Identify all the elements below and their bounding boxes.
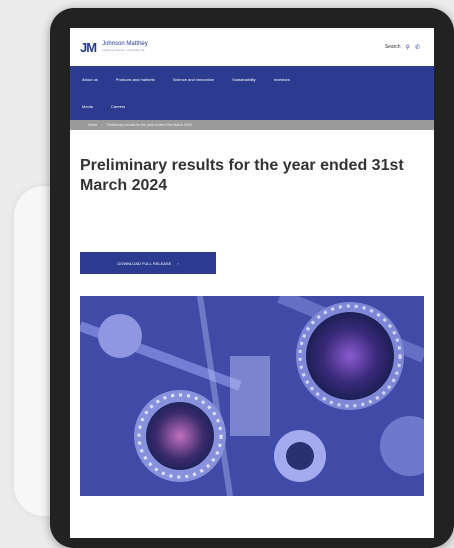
nav-row-1: About us Products and markets Science an… [82, 66, 422, 93]
download-button-label: DOWNLOAD FULL RELEASE [117, 260, 172, 266]
nav-row-2: Media Careers [82, 93, 422, 120]
logo-text: Johnson Matthey Inspiring science, enhan… [102, 41, 148, 53]
nav-item-science[interactable]: Science and innovation [173, 77, 214, 82]
nav-item-about-us[interactable]: About us [82, 77, 98, 82]
search-icon[interactable]: ⚲ [406, 44, 410, 51]
breadcrumb-home[interactable]: Home [88, 123, 97, 127]
site-header: JM Johnson Matthey Inspiring science, en… [70, 28, 434, 66]
download-release-button[interactable]: DOWNLOAD FULL RELEASE › [80, 252, 216, 274]
nav-item-sustainability[interactable]: Sustainability [232, 77, 256, 82]
search-label[interactable]: Search [385, 44, 401, 50]
hero-machinery-illustration [80, 296, 424, 496]
hero-image [80, 296, 424, 496]
breadcrumb-separator: › [101, 123, 103, 127]
main-navigation: About us Products and markets Science an… [70, 66, 434, 120]
breadcrumb: Home › Preliminary results for the year … [70, 120, 434, 130]
nav-item-products[interactable]: Products and markets [116, 77, 155, 82]
logo-tagline: Inspiring science, enhancing life [102, 48, 145, 52]
page-title: Preliminary results for the year ended 3… [80, 157, 404, 194]
chevron-right-icon: › [177, 260, 179, 266]
nav-item-media[interactable]: Media [82, 104, 93, 109]
header-actions: Search ⚲ ✆ [385, 44, 420, 51]
nav-item-investors[interactable]: Investors [274, 77, 290, 82]
logo-mark: JM [80, 39, 97, 55]
phone-icon[interactable]: ✆ [415, 44, 420, 51]
tablet-device: JM Johnson Matthey Inspiring science, en… [50, 8, 454, 548]
tablet-screen: JM Johnson Matthey Inspiring science, en… [70, 28, 434, 538]
breadcrumb-current: Preliminary results for the year ended 3… [106, 123, 192, 127]
nav-item-careers[interactable]: Careers [111, 104, 125, 109]
site-logo[interactable]: JM Johnson Matthey Inspiring science, en… [80, 40, 148, 55]
